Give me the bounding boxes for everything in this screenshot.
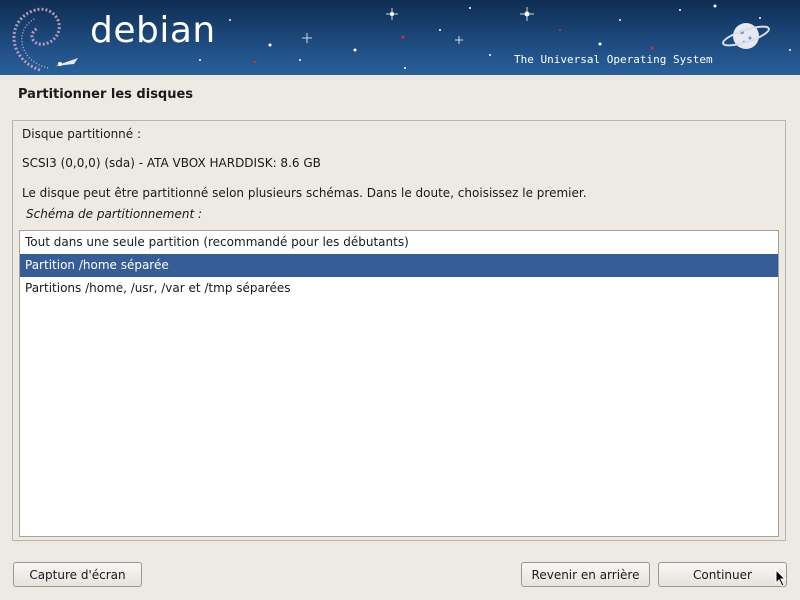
list-item[interactable]: Partitions /home, /usr, /var et /tmp sép… — [20, 277, 778, 300]
list-item[interactable]: Tout dans une seule partition (recommand… — [20, 231, 778, 254]
partition-scheme-label: Schéma de partitionnement : — [26, 207, 203, 221]
back-button[interactable]: Revenir en arrière — [521, 562, 650, 587]
disk-label: Disque partitionné : — [22, 127, 142, 141]
description-text: Le disque peut être partitionné selon pl… — [22, 186, 587, 200]
planet-icon — [722, 23, 770, 49]
debian-swirl-icon — [12, 7, 61, 72]
banner-tagline: The Universal Operating System — [514, 53, 713, 66]
page-title: Partitionner les disques — [18, 87, 194, 102]
list-item-selected[interactable]: Partition /home séparée — [20, 254, 778, 277]
continue-button[interactable]: Continuer — [658, 562, 787, 587]
mouse-pointer-icon — [775, 569, 787, 587]
debian-banner: debian The Universal Operating System — [0, 0, 800, 75]
partition-scheme-list[interactable]: Tout dans une seule partition (recommand… — [19, 230, 779, 537]
rocket-icon — [55, 58, 78, 66]
disk-name: SCSI3 (0,0,0) (sda) - ATA VBOX HARDDISK:… — [22, 156, 321, 170]
screenshot-button[interactable]: Capture d'écran — [13, 562, 142, 587]
debian-logo: debian — [90, 10, 216, 51]
